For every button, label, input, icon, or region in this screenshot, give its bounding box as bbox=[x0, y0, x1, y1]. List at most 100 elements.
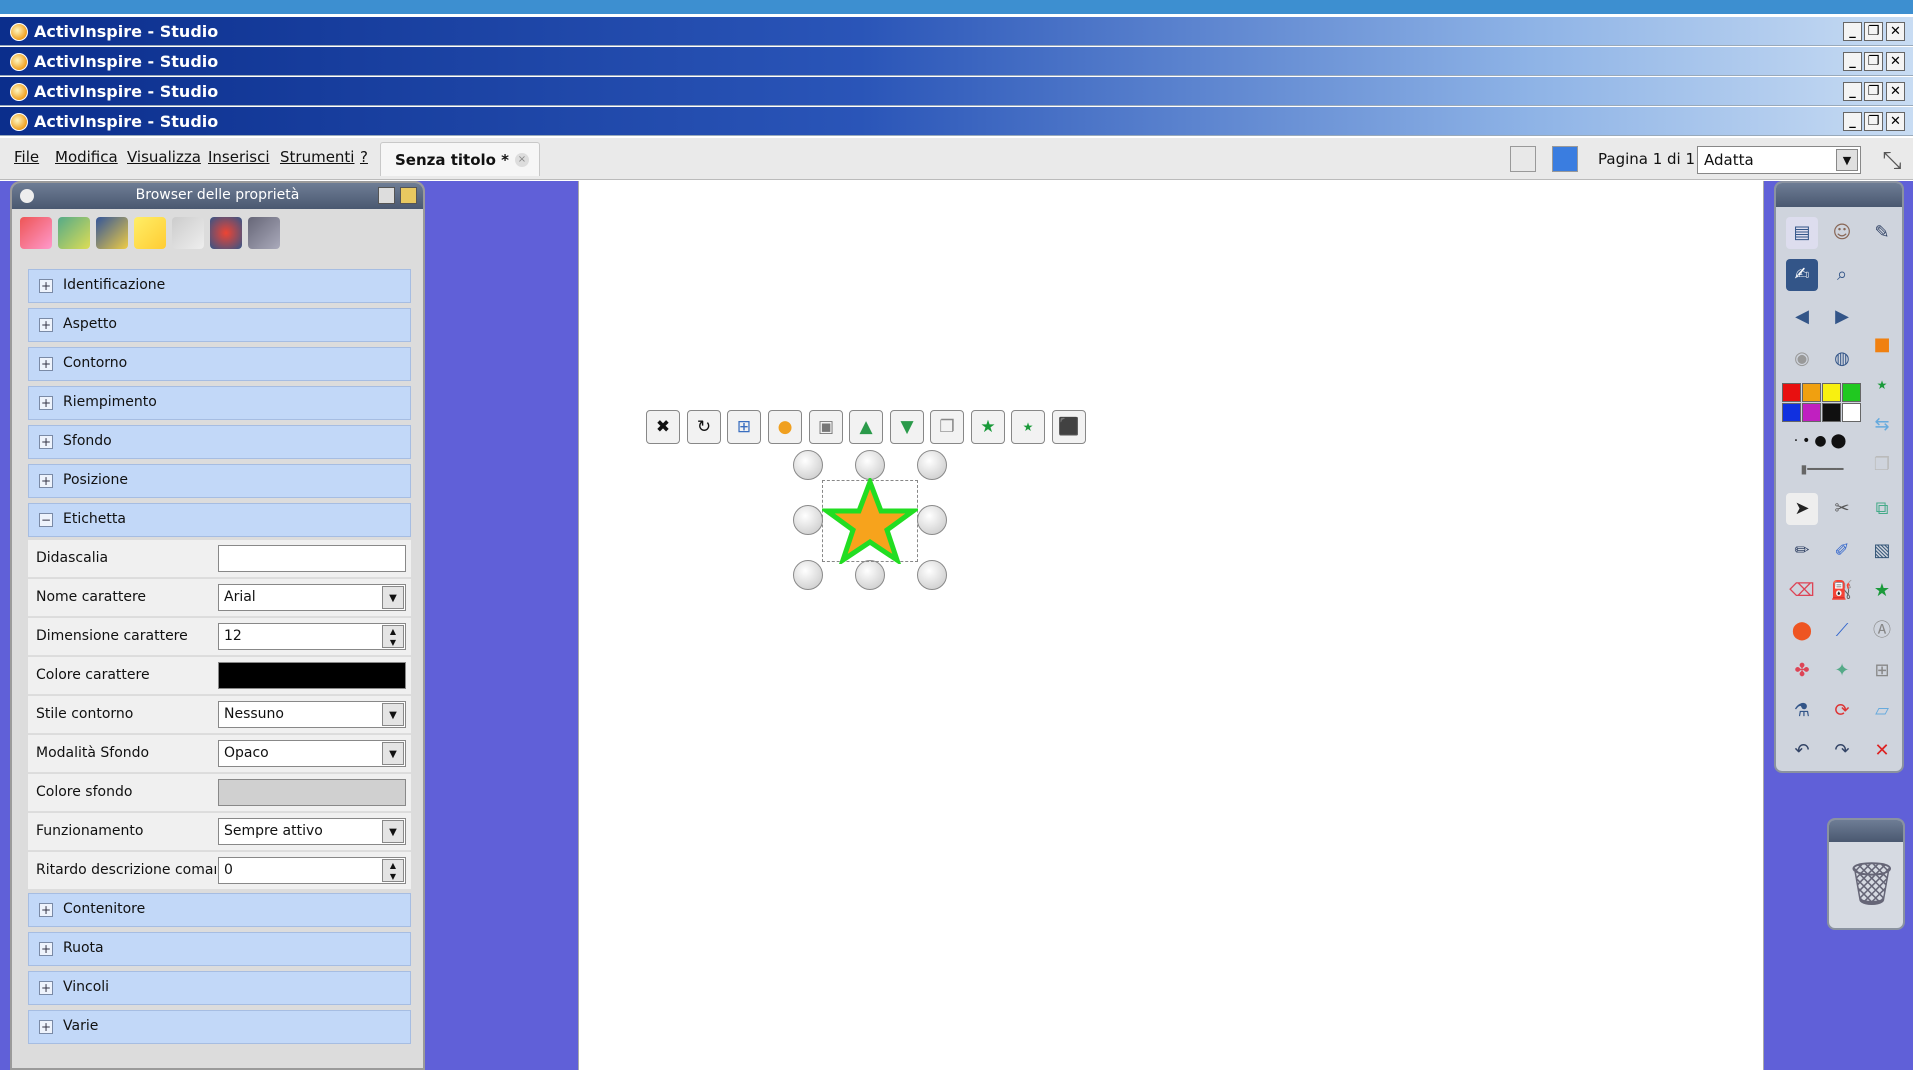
user-icon[interactable]: ☺ bbox=[1826, 217, 1858, 249]
zoom-select[interactable]: Adatta ▼ bbox=[1697, 146, 1861, 174]
color-swatch-red[interactable] bbox=[1782, 383, 1801, 402]
property-browser-header[interactable]: Browser delle proprietà bbox=[12, 183, 423, 209]
collapse-icon[interactable]: − bbox=[39, 513, 53, 527]
section-ruota[interactable]: + Ruota bbox=[28, 932, 411, 966]
toolbox-header[interactable] bbox=[1776, 183, 1902, 207]
bg-color-swatch[interactable] bbox=[218, 779, 406, 806]
select-icon[interactable]: ➤ bbox=[1786, 493, 1818, 525]
expand-icon[interactable]: + bbox=[39, 279, 53, 293]
resize-handle[interactable] bbox=[793, 560, 823, 590]
rotate-icon[interactable]: ↻ bbox=[687, 410, 721, 444]
star-menu-icon[interactable]: ★ bbox=[971, 410, 1005, 444]
undo-icon[interactable]: ↶ bbox=[1786, 735, 1818, 767]
section-varie[interactable]: + Varie bbox=[28, 1010, 411, 1044]
close-panel-icon[interactable] bbox=[400, 187, 417, 204]
section-aspetto[interactable]: + Aspetto bbox=[28, 308, 411, 342]
page-icon[interactable]: ▤ bbox=[1786, 217, 1818, 249]
bg-mode-select[interactable]: Opaco ▼ bbox=[218, 740, 406, 767]
color-icon[interactable]: ● bbox=[768, 410, 802, 444]
chevron-down-icon[interactable]: ▼ bbox=[1836, 149, 1858, 171]
font-size-spinner[interactable]: 12 ▲ ▼ bbox=[218, 623, 406, 650]
minimize-button[interactable]: _ bbox=[1843, 22, 1862, 41]
font-color-swatch[interactable] bbox=[218, 662, 406, 689]
action-browser-icon[interactable] bbox=[210, 217, 242, 249]
zoom-icon[interactable]: ⌕ bbox=[1826, 259, 1858, 291]
shape-icon[interactable]: ⬤ bbox=[1786, 615, 1818, 647]
resize-handle[interactable] bbox=[917, 450, 947, 480]
duplicate-icon[interactable]: ❐ bbox=[930, 410, 964, 444]
resize-handle[interactable] bbox=[855, 450, 885, 480]
connector-icon[interactable]: ⇆ bbox=[1866, 409, 1898, 441]
chevron-down-icon[interactable]: ▼ bbox=[382, 703, 404, 726]
menu-strumenti[interactable]: Strumenti bbox=[280, 148, 354, 166]
expand-icon[interactable]: + bbox=[39, 981, 53, 995]
send-back-icon[interactable]: ▼ bbox=[890, 410, 924, 444]
section-contorno[interactable]: + Contorno bbox=[28, 347, 411, 381]
star-small-icon[interactable]: ★ bbox=[1011, 410, 1045, 444]
page-view-icon[interactable] bbox=[1510, 146, 1536, 172]
lock-icon[interactable]: ⚗ bbox=[1786, 695, 1818, 727]
section-vincoli[interactable]: + Vincoli bbox=[28, 971, 411, 1005]
document-tab[interactable]: Senza titolo * × bbox=[380, 142, 540, 176]
page-browser-icon[interactable] bbox=[20, 217, 52, 249]
align-icon[interactable]: ⊞ bbox=[727, 410, 761, 444]
menu-help[interactable]: ? bbox=[360, 148, 368, 166]
fill-icon[interactable]: ⛽ bbox=[1826, 575, 1858, 607]
resource-browser-icon[interactable] bbox=[58, 217, 90, 249]
spinner-arrows-icon[interactable]: ▲ ▼ bbox=[382, 625, 404, 648]
chevron-down-icon[interactable]: ▼ bbox=[382, 742, 404, 765]
window-titlebar[interactable]: ActivInspire - Studio _ ❐ ✕ bbox=[0, 46, 1913, 76]
grid-tool-icon[interactable]: ⊞ bbox=[1866, 655, 1898, 687]
layer-icon[interactable]: ▣ bbox=[809, 410, 843, 444]
color-swatch-white[interactable] bbox=[1842, 403, 1861, 422]
flipchart-canvas[interactable] bbox=[578, 181, 1764, 1070]
color-swatch-yellow[interactable] bbox=[1822, 383, 1841, 402]
container-icon[interactable]: ⧉ bbox=[1866, 493, 1898, 525]
funzionamento-select[interactable]: Sempre attivo ▼ bbox=[218, 818, 406, 845]
restore-button[interactable]: ❐ bbox=[1864, 22, 1883, 41]
expand-icon[interactable]: + bbox=[39, 396, 53, 410]
section-etichetta[interactable]: − Etichetta bbox=[28, 503, 411, 537]
window-titlebar[interactable]: ActivInspire - Studio _ ❐ ✕ bbox=[0, 106, 1913, 136]
magic-ink-icon[interactable]: ✂ bbox=[1826, 493, 1858, 525]
grid-view-icon[interactable] bbox=[1552, 146, 1578, 172]
star-small-icon[interactable]: ★ bbox=[1866, 369, 1898, 401]
clipart-icon[interactable]: ✤ bbox=[1786, 655, 1818, 687]
color-swatch-blue[interactable] bbox=[1782, 403, 1801, 422]
resize-handle[interactable] bbox=[793, 450, 823, 480]
spinner-arrows-icon[interactable]: ▲ ▼ bbox=[382, 859, 404, 882]
tooltip-delay-spinner[interactable]: 0 ▲ ▼ bbox=[218, 857, 406, 884]
pen-icon[interactable]: ✏ bbox=[1786, 535, 1818, 567]
shape-fill-icon[interactable]: ■ bbox=[1866, 329, 1898, 361]
restore-button[interactable]: ❐ bbox=[1864, 112, 1883, 131]
section-identificazione[interactable]: + Identificazione bbox=[28, 269, 411, 303]
chevron-down-icon[interactable]: ▼ bbox=[382, 586, 404, 609]
menu-inserisci[interactable]: Inserisci bbox=[208, 148, 270, 166]
close-button[interactable]: ✕ bbox=[1886, 22, 1905, 41]
expand-icon[interactable]: + bbox=[39, 474, 53, 488]
camera-snapshot-icon[interactable]: ▱ bbox=[1866, 695, 1898, 727]
menu-file[interactable]: File bbox=[14, 148, 39, 166]
camera-icon[interactable]: ▧ bbox=[1866, 535, 1898, 567]
trash-header[interactable] bbox=[1829, 820, 1903, 842]
resource-icon[interactable]: ✦ bbox=[1826, 655, 1858, 687]
highlighter-icon[interactable]: ✐ bbox=[1826, 535, 1858, 567]
object-browser-icon[interactable] bbox=[96, 217, 128, 249]
previous-page-icon[interactable]: ◀ bbox=[1786, 301, 1818, 333]
eraser-icon[interactable]: ⌫ bbox=[1786, 575, 1818, 607]
voting-browser-icon[interactable] bbox=[248, 217, 280, 249]
expand-icon[interactable]: + bbox=[39, 318, 53, 332]
menu-visualizza[interactable]: Visualizza bbox=[127, 148, 201, 166]
duplicate-icon[interactable]: ❐ bbox=[1866, 449, 1898, 481]
section-posizione[interactable]: + Posizione bbox=[28, 464, 411, 498]
color-swatch-black[interactable] bbox=[1822, 403, 1841, 422]
reset-icon[interactable]: ⟳ bbox=[1826, 695, 1858, 727]
resize-handle[interactable] bbox=[917, 505, 947, 535]
minimize-button[interactable]: _ bbox=[1843, 52, 1862, 71]
color-swatch-green[interactable] bbox=[1842, 383, 1861, 402]
play-icon[interactable]: ◉ bbox=[1786, 343, 1818, 375]
didascalia-input[interactable] bbox=[218, 545, 406, 572]
connector-line-icon[interactable]: ⟋ bbox=[1826, 615, 1858, 647]
trash-bin-icon[interactable]: 🗑 bbox=[1845, 854, 1898, 914]
close-button[interactable]: ✕ bbox=[1886, 52, 1905, 71]
